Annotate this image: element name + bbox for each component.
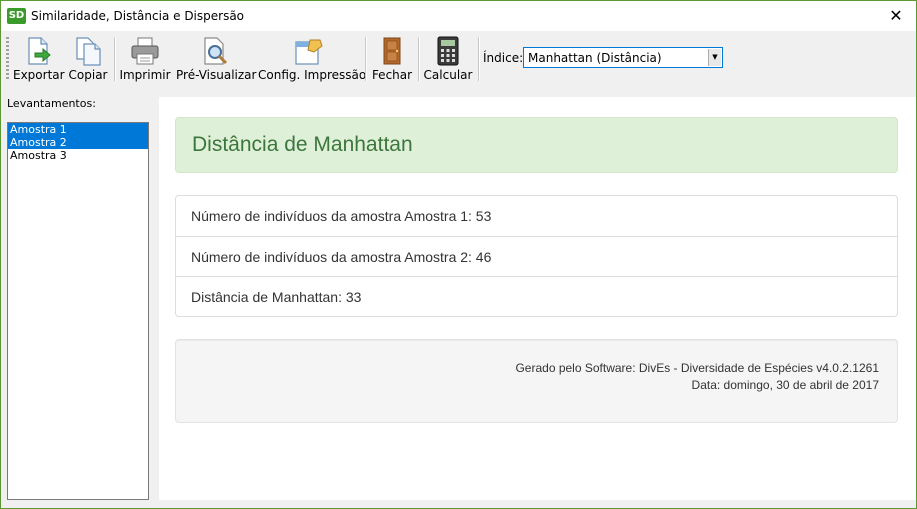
close-report-label: Fechar	[371, 68, 413, 82]
report-header: Distância de Manhattan	[175, 117, 898, 173]
result-text: Número de indivíduos da amostra Amostra …	[191, 249, 492, 265]
report-date-text: Data: domingo, 30 de abril de 2017	[691, 378, 879, 392]
print-button[interactable]: Imprimir	[119, 33, 171, 83]
copy-icon	[76, 37, 101, 66]
title-bar: SD Similaridade, Distância e Dispersão ✕	[1, 1, 916, 31]
close-button[interactable]: ✕	[876, 1, 916, 31]
generated-by-text: Gerado pelo Software: DivEs - Diversidad…	[515, 361, 879, 375]
toolbar-separator	[365, 37, 367, 81]
preview-label: Pré-Visualizar	[176, 68, 257, 82]
list-item[interactable]: Amostra 3	[8, 149, 148, 162]
calculator-icon	[437, 36, 459, 66]
list-item[interactable]: Amostra 1	[8, 123, 148, 136]
export-label: Exportar	[13, 68, 65, 82]
results-list: Número de indivíduos da amostra Amostra …	[175, 195, 898, 317]
levantamentos-label: Levantamentos:	[7, 97, 96, 110]
export-icon	[28, 37, 51, 65]
indice-select-value: Manhattan (Distância)	[528, 51, 662, 65]
print-settings-icon	[295, 39, 323, 65]
toolbar-separator	[478, 37, 480, 81]
result-row: Número de indivíduos da amostra Amostra …	[176, 236, 897, 276]
print-settings-button[interactable]: Config. Impressão	[258, 33, 367, 83]
preview-icon	[204, 37, 228, 65]
report-view: Distância de Manhattan Número de indivíd…	[159, 97, 916, 500]
copy-button[interactable]: Copiar	[65, 33, 111, 83]
print-settings-label: Config. Impressão	[258, 68, 367, 82]
toolbar-grip[interactable]	[6, 37, 9, 81]
calculate-button[interactable]: Calcular	[422, 33, 474, 83]
indice-label: Índice:	[483, 51, 524, 65]
printer-icon	[131, 37, 159, 65]
toolbar-separator	[114, 37, 116, 81]
levantamentos-list[interactable]: Amostra 1 Amostra 2 Amostra 3	[7, 122, 149, 500]
report-footer: Gerado pelo Software: DivEs - Diversidad…	[175, 339, 898, 423]
result-text: Distância de Manhattan: 33	[191, 289, 362, 305]
result-row: Número de indivíduos da amostra Amostra …	[176, 196, 897, 236]
list-item[interactable]: Amostra 2	[8, 136, 148, 149]
close-report-button[interactable]: Fechar	[370, 33, 414, 83]
copy-label: Copiar	[68, 68, 108, 82]
toolbar: Exportar Copiar Imprimir Pré-Visualizar …	[1, 31, 916, 85]
export-button[interactable]: Exportar	[13, 33, 65, 83]
toolbar-separator	[418, 37, 420, 81]
main-window: SD Similaridade, Distância e Dispersão ✕…	[0, 0, 917, 509]
chevron-down-icon[interactable]: ▼	[708, 49, 721, 66]
report-title: Distância de Manhattan	[192, 133, 413, 156]
indice-select[interactable]: Manhattan (Distância) ▼	[523, 47, 723, 68]
app-icon: SD	[7, 8, 26, 24]
result-row: Distância de Manhattan: 33	[176, 276, 897, 316]
preview-button[interactable]: Pré-Visualizar	[176, 33, 257, 83]
calculate-label: Calcular	[423, 68, 473, 82]
print-label: Imprimir	[119, 68, 171, 82]
door-icon	[383, 37, 401, 65]
result-text: Número de indivíduos da amostra Amostra …	[191, 208, 492, 224]
window-title: Similaridade, Distância e Dispersão	[31, 9, 245, 23]
